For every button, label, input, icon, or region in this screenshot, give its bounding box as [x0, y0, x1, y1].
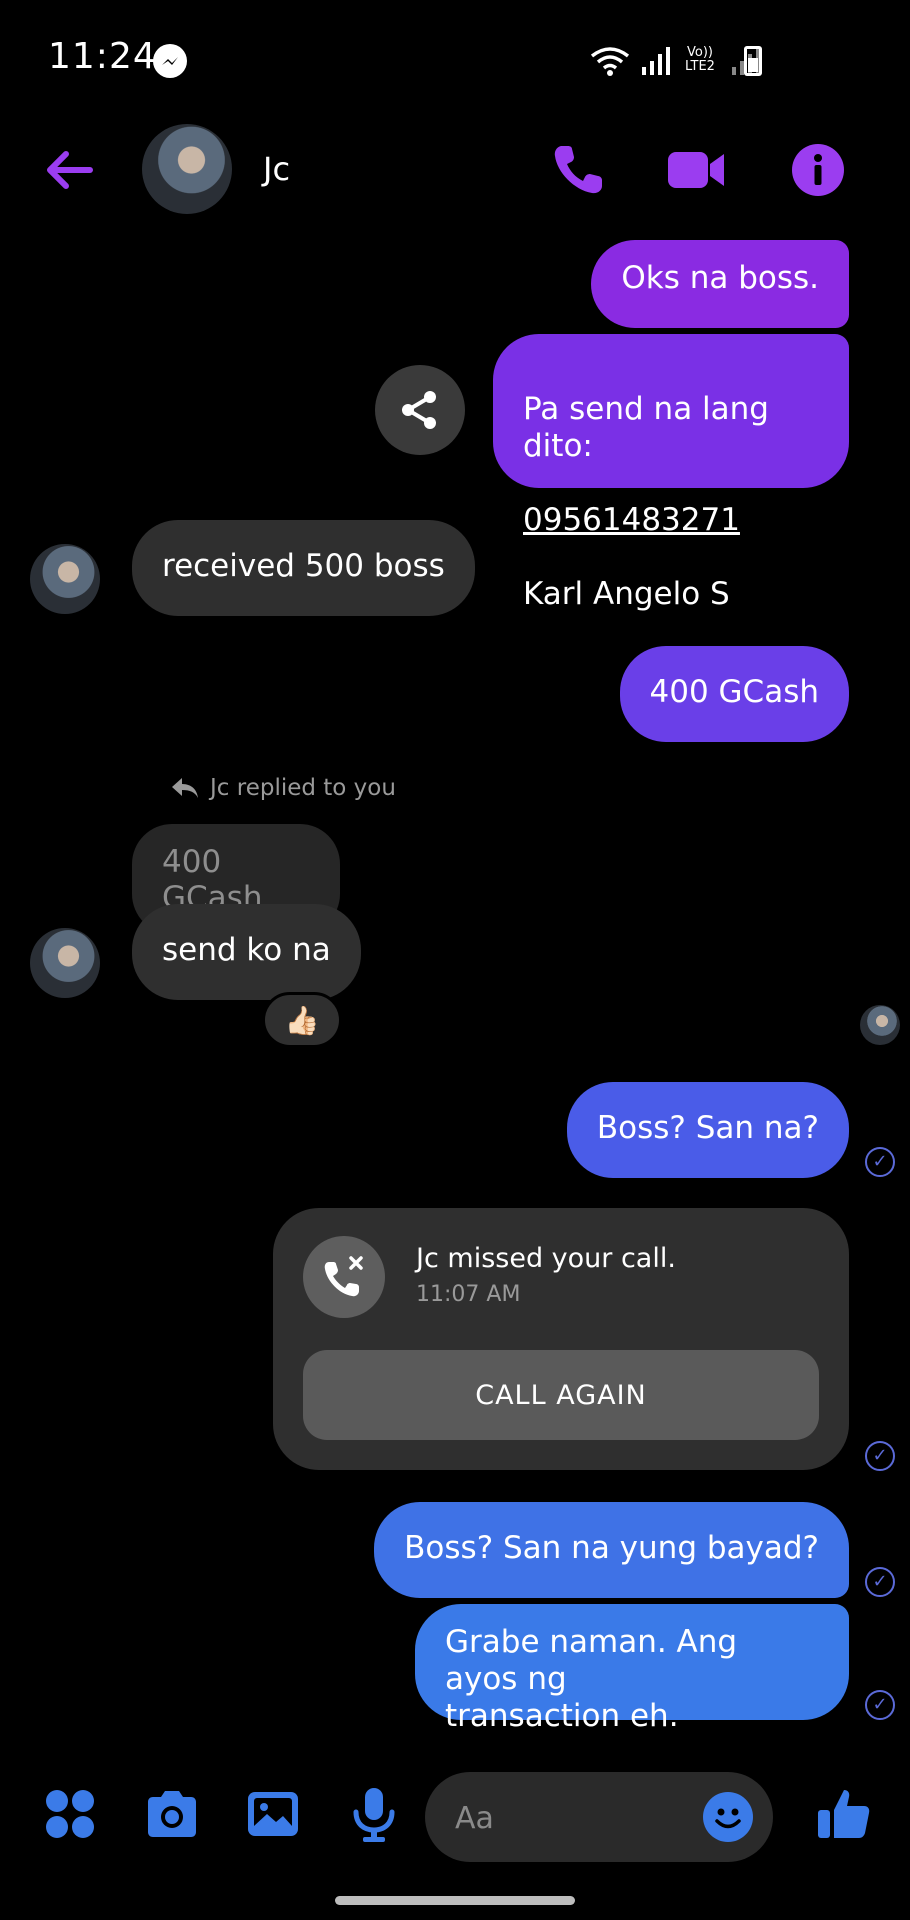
sent-status-icon: ✓	[865, 1441, 895, 1471]
received-message[interactable]: received 500 boss	[132, 520, 475, 616]
received-message[interactable]: send ko na	[132, 904, 361, 1000]
back-arrow-icon	[47, 151, 93, 189]
four-dots-icon	[46, 1790, 94, 1838]
thumbs-up-emoji: 👍🏻	[284, 1003, 320, 1037]
message-text: Pa send na lang dito:	[523, 391, 769, 464]
contact-avatar[interactable]	[142, 124, 232, 214]
missed-call-time: 11:07 AM	[416, 1282, 521, 1307]
camera-button[interactable]	[142, 1784, 202, 1844]
message-input[interactable]	[455, 1798, 675, 1838]
video-call-button[interactable]	[666, 140, 726, 200]
emoji-button[interactable]	[703, 1792, 753, 1842]
smiley-icon	[715, 1808, 741, 1829]
battery-icon	[744, 46, 762, 76]
messenger-notification-icon	[153, 44, 187, 78]
sent-message[interactable]: Boss? San na yung bayad?	[374, 1502, 849, 1598]
microphone-icon	[353, 1788, 395, 1842]
share-button[interactable]	[375, 365, 465, 455]
missed-call-title: Jc missed your call.	[416, 1243, 676, 1274]
audio-call-button[interactable]	[548, 140, 608, 200]
back-button[interactable]	[40, 140, 100, 200]
contact-name[interactable]: Jc	[263, 150, 290, 188]
message-reaction[interactable]: 👍🏻	[262, 992, 342, 1048]
sent-message[interactable]: Pa send na lang dito: 09561483271 Karl A…	[493, 334, 849, 612]
gallery-button[interactable]	[243, 1784, 303, 1844]
signal-icon	[642, 47, 670, 75]
message-text: Karl Angelo S	[523, 576, 730, 612]
call-again-button[interactable]: CALL AGAIN	[303, 1350, 819, 1440]
conversation-info-button[interactable]	[788, 140, 848, 200]
more-actions-button[interactable]	[40, 1784, 100, 1844]
phone-number-link[interactable]: 09561483271	[523, 502, 819, 539]
like-button[interactable]	[814, 1784, 874, 1844]
reply-label: Jc replied to you	[170, 775, 396, 801]
network-label: Vo)) LTE2	[685, 45, 715, 74]
reply-arrow-icon	[172, 778, 198, 798]
sent-message[interactable]: Oks na boss.	[591, 240, 849, 328]
sent-status-icon: ✓	[865, 1567, 895, 1597]
missed-call-icon	[303, 1236, 385, 1318]
status-time: 11:24	[48, 36, 157, 77]
sent-status-icon: ✓	[865, 1147, 895, 1177]
sent-message[interactable]: Boss? San na?	[566, 1082, 849, 1178]
image-icon	[248, 1792, 298, 1836]
status-icons: Vo)) LTE2	[590, 40, 760, 80]
read-receipt-avatar	[860, 1005, 900, 1045]
phone-icon	[554, 146, 602, 194]
thumbs-up-icon	[818, 1790, 870, 1838]
sent-message[interactable]: 400 GCash	[619, 646, 849, 742]
wifi-icon	[590, 47, 630, 76]
sent-message[interactable]: Grabe naman. Ang ayos ng transaction eh.	[415, 1604, 849, 1734]
video-camera-icon	[668, 152, 724, 188]
contact-avatar-small[interactable]	[30, 928, 100, 998]
reply-label-text: Jc replied to you	[210, 775, 396, 801]
camera-icon	[148, 1791, 196, 1837]
share-icon	[402, 391, 436, 429]
voice-message-button[interactable]	[344, 1784, 404, 1844]
sent-status-icon: ✓	[865, 1690, 895, 1720]
contact-avatar-small[interactable]	[30, 544, 100, 614]
home-indicator[interactable]	[335, 1896, 575, 1905]
message-composer[interactable]	[425, 1772, 773, 1862]
info-icon	[792, 144, 844, 196]
